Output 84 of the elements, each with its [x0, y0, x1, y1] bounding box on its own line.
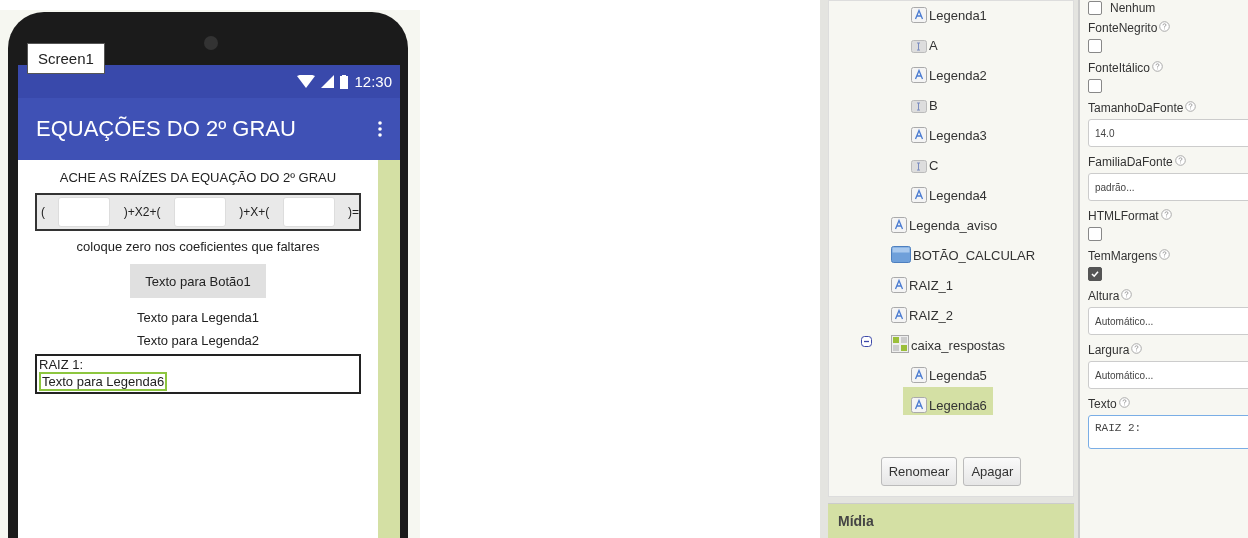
help-icon[interactable] [1121, 289, 1133, 300]
equation-text: )= [347, 205, 359, 219]
help-icon[interactable] [1185, 101, 1197, 112]
help-icon[interactable] [1174, 155, 1186, 166]
label-icon [911, 127, 927, 143]
battery-icon [340, 74, 349, 89]
property-name: Altura [1088, 289, 1120, 303]
camera-icon [204, 36, 218, 50]
property-name: Largura [1088, 343, 1130, 357]
tree-item[interactable]: caixa_respostas [883, 327, 1011, 355]
text-area[interactable]: RAIZ 2: [1088, 415, 1248, 449]
textbox-icon [911, 160, 927, 173]
tree-item[interactable]: Legenda1 [903, 0, 993, 25]
option-label: Nenhum [1110, 1, 1156, 15]
property-field[interactable]: Automático... [1088, 361, 1248, 389]
tree-item[interactable]: Legenda5 [903, 357, 993, 385]
answer-title: RAIZ 1: [39, 357, 84, 372]
property-name: TamanhoDaFonte [1088, 101, 1184, 115]
panel-button[interactable]: Renomear [880, 457, 958, 486]
help-icon[interactable] [1159, 249, 1171, 260]
checkbox[interactable] [1088, 39, 1102, 53]
property-name: FonteItálico [1088, 61, 1151, 75]
checkbox[interactable] [1088, 267, 1102, 281]
property-field[interactable]: padrão... [1088, 173, 1248, 201]
help-icon[interactable] [1152, 61, 1164, 72]
help-icon[interactable] [1118, 397, 1130, 408]
coefficient-field[interactable] [282, 197, 335, 227]
calculate-button[interactable]: Texto para Botão1 [130, 264, 266, 298]
tree-item[interactable]: Legenda_aviso [883, 207, 1004, 235]
tree-item[interactable]: BOTÃO_CALCULAR [883, 237, 1042, 265]
tree-item[interactable]: C [903, 147, 945, 175]
help-icon[interactable] [1159, 21, 1171, 32]
property-field[interactable]: 14.0 [1088, 119, 1248, 147]
label-icon [891, 277, 907, 293]
label-icon [911, 7, 927, 23]
caption-text: Texto para Legenda2 [136, 333, 260, 348]
panel-button[interactable]: Apagar [963, 457, 1022, 486]
tree-item[interactable]: B [903, 87, 944, 115]
label-icon [911, 367, 927, 383]
tree-item[interactable]: Legenda2 [903, 57, 993, 85]
heading-text: ACHE AS RAÍZES DA EQUAÇÃO DO 2º GRAU [59, 170, 337, 185]
menu-icon[interactable] [378, 121, 382, 137]
hint-text: coloque zero nos coeficientes que faltares [76, 239, 320, 254]
answer-label[interactable]: Texto para Legenda6 [39, 372, 168, 391]
equation-text: )+X2+( [123, 205, 161, 219]
grid-icon [891, 335, 909, 353]
equation-text: )+X+( [239, 205, 270, 219]
label-icon [911, 67, 927, 83]
property-name: FamiliaDaFonte [1088, 155, 1173, 169]
textbox-icon [911, 100, 927, 113]
tree-item[interactable]: Legenda3 [903, 117, 993, 145]
screen-tab[interactable]: Screen1 [27, 43, 105, 74]
label-icon [911, 397, 927, 413]
property-name: Texto [1088, 397, 1117, 411]
wifi-icon [297, 75, 316, 88]
coefficient-field[interactable] [58, 197, 111, 227]
checkbox[interactable] [1088, 1, 1102, 15]
collapse-icon[interactable] [861, 335, 872, 347]
tree-item[interactable]: Legenda4 [903, 177, 993, 205]
label-icon [891, 217, 907, 233]
tree-item[interactable]: A [903, 27, 944, 55]
checkbox[interactable] [1088, 227, 1102, 241]
equation-text: ( [41, 205, 45, 219]
button-icon [891, 246, 911, 263]
check-icon [1090, 269, 1100, 279]
label-icon [891, 307, 907, 323]
property-name: TemMargens [1088, 249, 1158, 263]
section-header[interactable]: Mídia [828, 503, 1074, 538]
checkbox[interactable] [1088, 79, 1102, 93]
tree-item[interactable]: Legenda6 [903, 387, 993, 415]
label-icon [911, 187, 927, 203]
property-field[interactable]: Automático... [1088, 307, 1248, 335]
caption-text: Texto para Legenda1 [136, 310, 260, 325]
status-time: 12:30 [354, 73, 392, 90]
help-icon[interactable] [1131, 343, 1143, 354]
app-title: EQUAÇÕES DO 2º GRAU [36, 116, 296, 142]
tree-item[interactable]: RAIZ_1 [883, 267, 960, 295]
tree-item[interactable]: RAIZ_2 [883, 297, 960, 325]
textbox-icon [911, 40, 927, 53]
property-name: FonteNegrito [1088, 21, 1158, 35]
signal-icon [321, 75, 335, 88]
property-name: HTMLFormat [1088, 209, 1159, 223]
coefficient-field[interactable] [173, 197, 226, 227]
help-icon[interactable] [1160, 209, 1172, 220]
